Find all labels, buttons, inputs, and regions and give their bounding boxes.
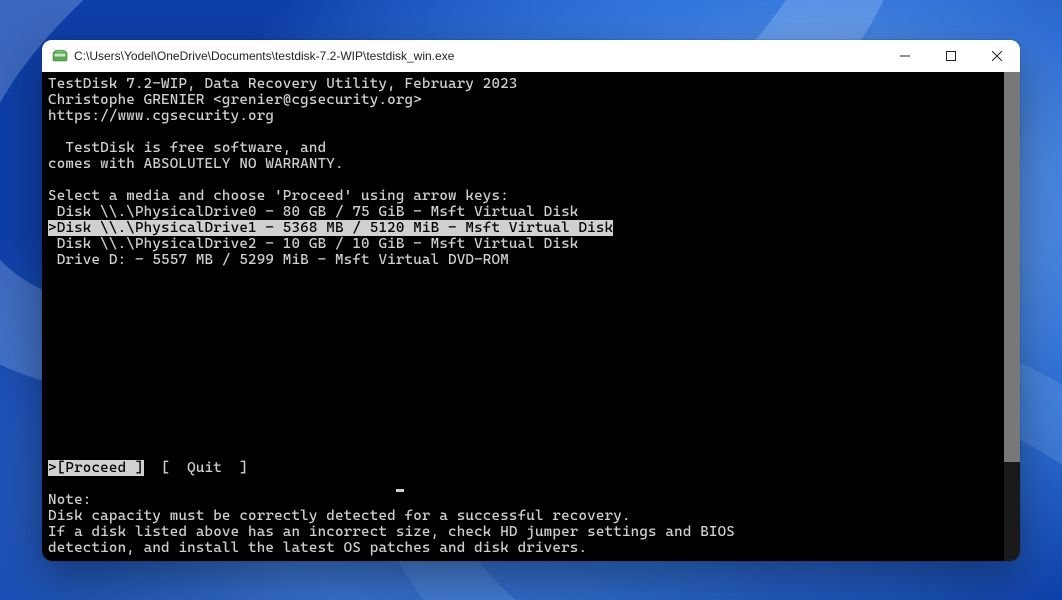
application-window: C:\Users\Yodel\OneDrive\Documents\testdi… (42, 40, 1020, 561)
menu-marker: > (48, 460, 57, 476)
menu-gap (144, 460, 161, 476)
cursor-line (48, 476, 1014, 492)
blank-line (48, 172, 1014, 188)
disk-option[interactable]: Drive D: - 5557 MB / 5299 MiB - Msft Vir… (48, 252, 1014, 268)
header-line: TestDisk 7.2-WIP, Data Recovery Utility,… (48, 76, 1014, 92)
blank-line (48, 396, 1014, 412)
window-controls (882, 40, 1020, 72)
window-title: C:\Users\Yodel\OneDrive\Documents\testdi… (74, 49, 882, 63)
blank-line (48, 316, 1014, 332)
blank-line (48, 268, 1014, 284)
terminal-area[interactable]: TestDisk 7.2-WIP, Data Recovery Utility,… (42, 72, 1020, 561)
titlebar[interactable]: C:\Users\Yodel\OneDrive\Documents\testdi… (42, 40, 1020, 72)
scrollbar-thumb[interactable] (1004, 72, 1020, 462)
blank-line (48, 348, 1014, 364)
intro-line: comes with ABSOLUTELY NO WARRANTY. (48, 156, 1014, 172)
maximize-button[interactable] (928, 40, 974, 72)
note-line: Disk capacity must be correctly detected… (48, 508, 1014, 524)
blank-line (48, 124, 1014, 140)
disk-option[interactable]: Disk \\.\PhysicalDrive0 - 80 GB / 75 GiB… (48, 204, 1014, 220)
minimize-button[interactable] (882, 40, 928, 72)
app-icon (52, 48, 68, 64)
menu-line: >[Proceed ] [ Quit ] (48, 460, 1014, 476)
blank-line (48, 428, 1014, 444)
blank-line (48, 444, 1014, 460)
quit-option[interactable]: [ Quit ] (161, 460, 248, 476)
proceed-option[interactable]: [Proceed ] (57, 460, 144, 476)
blank-line (48, 412, 1014, 428)
prompt-line: Select a media and choose 'Proceed' usin… (48, 188, 1014, 204)
scrollbar[interactable] (1004, 72, 1020, 561)
header-line: https://www.cgsecurity.org (48, 108, 1014, 124)
disk-option-selected[interactable]: >Disk \\.\PhysicalDrive1 - 5368 MB / 512… (48, 220, 1014, 236)
blank-line (48, 332, 1014, 348)
blank-line (48, 284, 1014, 300)
blank-line (48, 380, 1014, 396)
blank-line (48, 300, 1014, 316)
close-button[interactable] (974, 40, 1020, 72)
note-line: detection, and install the latest OS pat… (48, 540, 1014, 556)
blank-line (48, 364, 1014, 380)
disk-option[interactable]: Disk \\.\PhysicalDrive2 - 10 GB / 10 GiB… (48, 236, 1014, 252)
intro-line: TestDisk is free software, and (48, 140, 1014, 156)
cursor-icon (396, 489, 404, 492)
header-line: Christophe GRENIER <grenier@cgsecurity.o… (48, 92, 1014, 108)
note-line: If a disk listed above has an incorrect … (48, 524, 1014, 540)
note-line: Note: (48, 492, 1014, 508)
